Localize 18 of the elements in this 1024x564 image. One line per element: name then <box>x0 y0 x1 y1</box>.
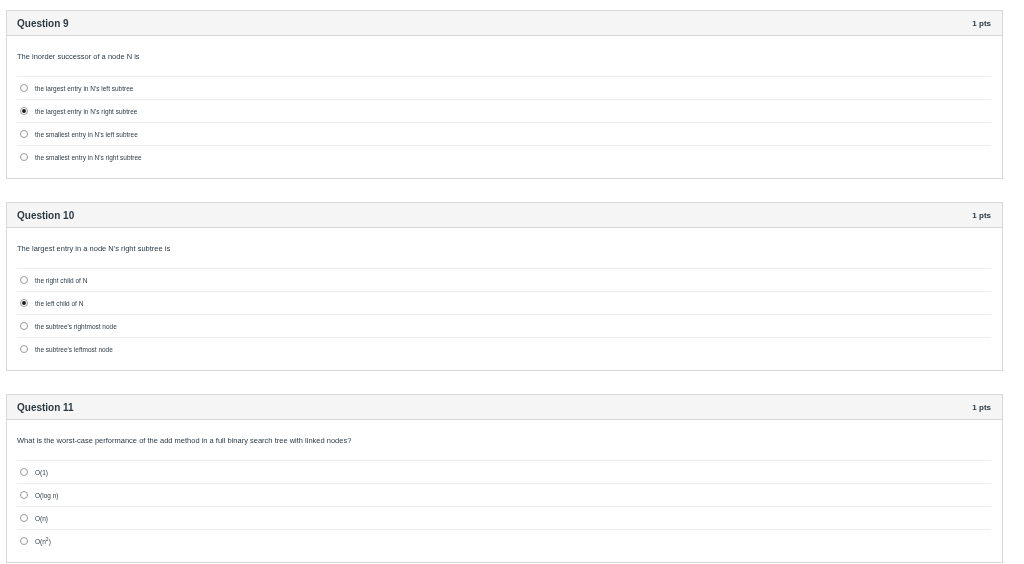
question-title: Question 9 <box>17 17 69 29</box>
points-label: 1 pts <box>972 210 991 220</box>
radio-button[interactable] <box>20 84 28 92</box>
radio-button[interactable] <box>20 276 28 284</box>
radio-button[interactable] <box>20 130 28 138</box>
radio-button[interactable] <box>20 514 28 522</box>
question-title: Question 10 <box>17 209 75 221</box>
points-label: 1 pts <box>972 18 991 28</box>
radio-button[interactable] <box>20 322 28 330</box>
radio-button[interactable] <box>20 299 28 307</box>
question-title: Question 11 <box>17 401 74 413</box>
radio-button[interactable] <box>20 468 28 476</box>
radio-button[interactable] <box>20 345 28 353</box>
points-label: 1 pts <box>972 402 991 412</box>
radio-button[interactable] <box>20 491 28 499</box>
radio-button[interactable] <box>20 153 28 161</box>
radio-button[interactable] <box>20 107 28 115</box>
radio-button[interactable] <box>20 537 28 545</box>
